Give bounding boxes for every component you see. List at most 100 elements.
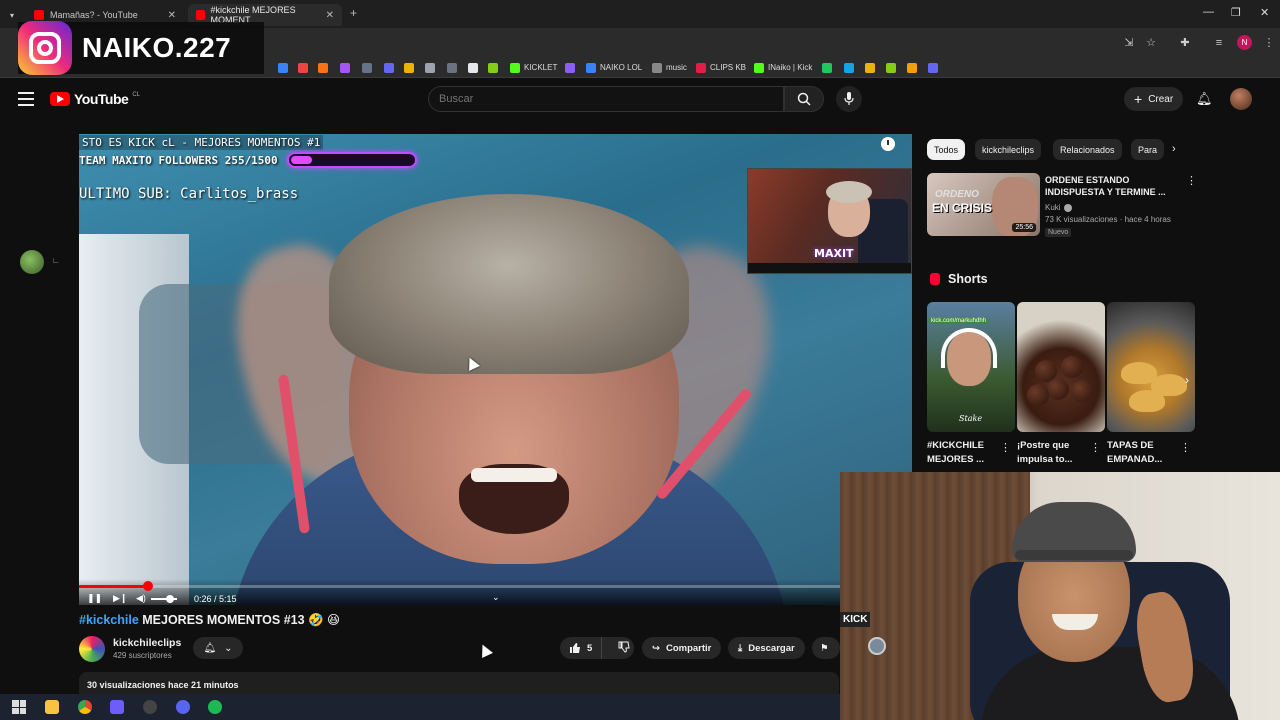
watch-later-clock-icon[interactable]: [881, 137, 895, 151]
more-options-icon[interactable]: ⋮: [1180, 441, 1191, 454]
install-app-icon[interactable]: ⇲: [1122, 36, 1136, 50]
discord-icon[interactable]: [176, 700, 190, 714]
maximize-button[interactable]: ❐: [1231, 6, 1241, 19]
floating-avatar[interactable]: [20, 250, 44, 274]
like-button[interactable]: 5: [560, 637, 603, 659]
progress-bar[interactable]: [79, 581, 912, 591]
search-icon: [797, 92, 811, 106]
share-button[interactable]: ↪ Compartir: [642, 637, 722, 659]
bookmark-icon[interactable]: [447, 61, 457, 74]
subscription-bell-button[interactable]: 🔔︎ ⌄: [193, 637, 243, 659]
bookmark-icon[interactable]: [278, 61, 288, 74]
bookmark-icon[interactable]: [822, 61, 832, 74]
chip-kickchileclips[interactable]: kickchileclips: [975, 139, 1042, 160]
notifications-bell-icon[interactable]: 🔔︎: [1196, 91, 1213, 107]
dislike-button[interactable]: [608, 641, 640, 656]
bookmark-icon[interactable]: [565, 61, 575, 74]
chip-relacionados[interactable]: Relacionados: [1053, 139, 1122, 160]
save-button[interactable]: ⚑: [812, 637, 840, 659]
volume-knob[interactable]: [166, 595, 174, 603]
bookmark-icon[interactable]: [488, 61, 498, 74]
kick-icon: [510, 62, 520, 73]
short-title[interactable]: TAPAS DE EMPANAD...: [1107, 439, 1173, 467]
bookmark-icon[interactable]: [425, 61, 435, 74]
bookmark-clips-kb[interactable]: CLIPS KB: [696, 61, 746, 74]
bookmark-icon[interactable]: [907, 61, 917, 74]
more-options-icon[interactable]: ⋮: [1000, 441, 1011, 454]
bookmark-icon[interactable]: [886, 61, 896, 74]
chevron-right-icon[interactable]: ›: [1172, 143, 1176, 155]
close-tab-icon[interactable]: ✕: [168, 10, 176, 21]
bookmark-star-icon[interactable]: ☆: [1144, 36, 1158, 50]
download-label: Descargar: [748, 642, 795, 654]
channel-avatar[interactable]: [79, 636, 105, 662]
account-avatar[interactable]: [1230, 88, 1252, 110]
short-thumbnail[interactable]: kick.com/markuhdhh Stake: [927, 302, 1015, 432]
search-input[interactable]: [439, 93, 783, 105]
channel-name[interactable]: kickchileclips: [113, 637, 181, 649]
spotify-icon[interactable]: [208, 700, 222, 714]
bookmark-icon[interactable]: [362, 61, 372, 74]
chrome-icon[interactable]: [78, 700, 92, 714]
chip-para[interactable]: Para: [1131, 139, 1165, 160]
video-player[interactable]: STO ES KICK cL - MEJORES MOMENTOS #1 TEA…: [79, 134, 912, 605]
bookmark-icon[interactable]: [928, 61, 938, 74]
bookmark-icon[interactable]: [298, 61, 308, 74]
close-tab-icon[interactable]: ✕: [326, 10, 334, 21]
recommended-title[interactable]: ORDENE ESTANDO INDISPUESTA Y TERMINE ...: [1045, 174, 1175, 198]
minimize-button[interactable]: —: [1203, 6, 1214, 18]
voice-search-button[interactable]: [836, 86, 862, 112]
youtube-logo[interactable]: YouTube CL: [50, 91, 140, 107]
windows-start-icon[interactable]: [12, 700, 26, 714]
instagram-handle: NAIKO.227: [82, 32, 232, 63]
recommended-channel[interactable]: Kuki: [1045, 203, 1072, 212]
chevron-right-icon[interactable]: ›: [1185, 373, 1189, 387]
download-button[interactable]: ⤓ Descargar: [728, 637, 805, 659]
window-close-button[interactable]: ✕: [1260, 6, 1269, 19]
bookmark-icon[interactable]: [384, 61, 394, 74]
file-explorer-icon[interactable]: [45, 700, 59, 714]
bookmark-icon[interactable]: [844, 61, 854, 74]
pause-icon[interactable]: ❚❚: [87, 593, 102, 604]
plus-icon: +: [1134, 91, 1143, 107]
recommended-thumbnail[interactable]: ORDENO EN CRISIS 25:56: [927, 173, 1040, 236]
short-thumbnail[interactable]: [1017, 302, 1105, 432]
volume-icon[interactable]: ◀): [136, 593, 146, 604]
menu-kebab-icon[interactable]: ⋮: [1262, 36, 1276, 50]
video-hashtag-link[interactable]: #kickchile: [79, 613, 139, 627]
short-overlay-signature: Stake: [959, 414, 983, 423]
chip-todos[interactable]: Todos: [927, 139, 966, 160]
chevron-down-icon[interactable]: ⌄: [492, 592, 500, 603]
extensions-icon[interactable]: ✚: [1178, 36, 1192, 50]
instagram-overlay: NAIKO.227: [18, 21, 264, 75]
menu-hamburger-icon[interactable]: [18, 92, 34, 106]
bookmark-kicklet[interactable]: KICKLET: [510, 61, 557, 74]
create-button[interactable]: + Crear: [1124, 87, 1184, 111]
bookmark-icon[interactable]: [865, 61, 875, 74]
bookmark-icon[interactable]: [318, 61, 328, 74]
verified-badge-icon: [1063, 203, 1072, 212]
progress-scrubber[interactable]: [142, 581, 153, 591]
video-title: #kickchile MEJORES MOMENTOS #13 🤣 😆: [79, 612, 340, 628]
app-icon[interactable]: [110, 700, 124, 714]
profile-avatar[interactable]: N: [1237, 35, 1252, 50]
short-title[interactable]: ¡Postre que impulsa to...: [1017, 439, 1083, 467]
more-options-icon[interactable]: ⋮: [1090, 441, 1101, 454]
short-thumbnail[interactable]: [1107, 302, 1195, 432]
bookmark-icon[interactable]: [404, 61, 414, 74]
bookmark-music[interactable]: music: [652, 61, 687, 74]
new-badge: Nuevo: [1045, 228, 1072, 237]
obs-icon[interactable]: [143, 700, 157, 714]
tab-search-icon[interactable]: ▾: [2, 4, 18, 26]
reading-list-icon[interactable]: ≡: [1212, 36, 1226, 50]
more-options-icon[interactable]: ⋮: [1186, 174, 1197, 187]
new-tab-button[interactable]: +: [350, 6, 357, 20]
bookmark-icon[interactable]: [468, 61, 478, 74]
bookmark-inaiko-kick[interactable]: INaiko | Kick: [754, 61, 812, 74]
short-title[interactable]: #KICKCHILE MEJORES ...: [927, 439, 993, 467]
bookmark-icon[interactable]: [340, 61, 350, 74]
next-icon[interactable]: ▶❙: [113, 593, 127, 604]
share-label: Compartir: [665, 642, 712, 654]
bookmark-naiko-lol[interactable]: NAIKO LOL: [586, 61, 642, 74]
search-button[interactable]: [784, 86, 824, 112]
